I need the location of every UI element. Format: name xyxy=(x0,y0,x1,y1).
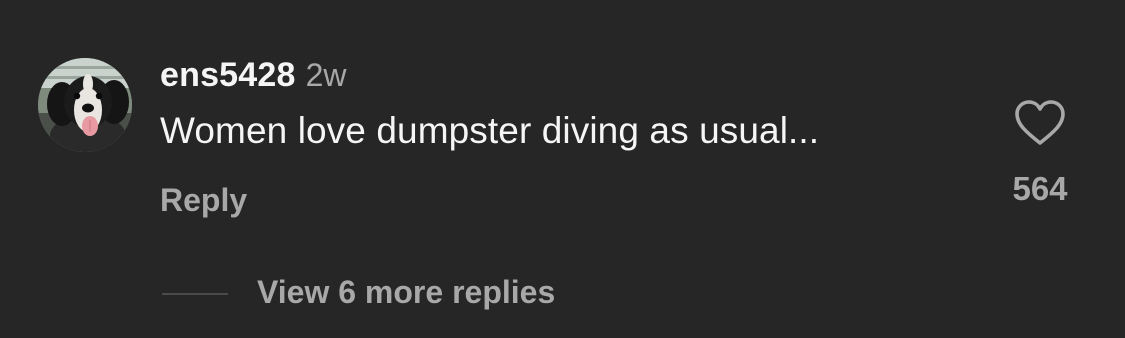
reply-button[interactable]: Reply xyxy=(160,182,247,219)
comment-item: ens5428 2w Women love dumpster diving as… xyxy=(0,0,1125,338)
replies-thread-line xyxy=(162,293,228,295)
heart-outline-icon xyxy=(1015,100,1065,145)
like-count: 564 xyxy=(1012,170,1068,207)
like-button[interactable] xyxy=(1012,98,1068,148)
comment-text: Women love dumpster diving as usual... xyxy=(160,110,820,151)
view-more-replies-button[interactable]: View 6 more replies xyxy=(257,274,555,311)
timestamp: 2w xyxy=(305,57,347,93)
dog-avatar-image xyxy=(38,58,132,152)
username[interactable]: ens5428 xyxy=(160,56,296,95)
avatar[interactable] xyxy=(38,58,132,152)
comment-header: ens5428 2w xyxy=(160,56,347,96)
